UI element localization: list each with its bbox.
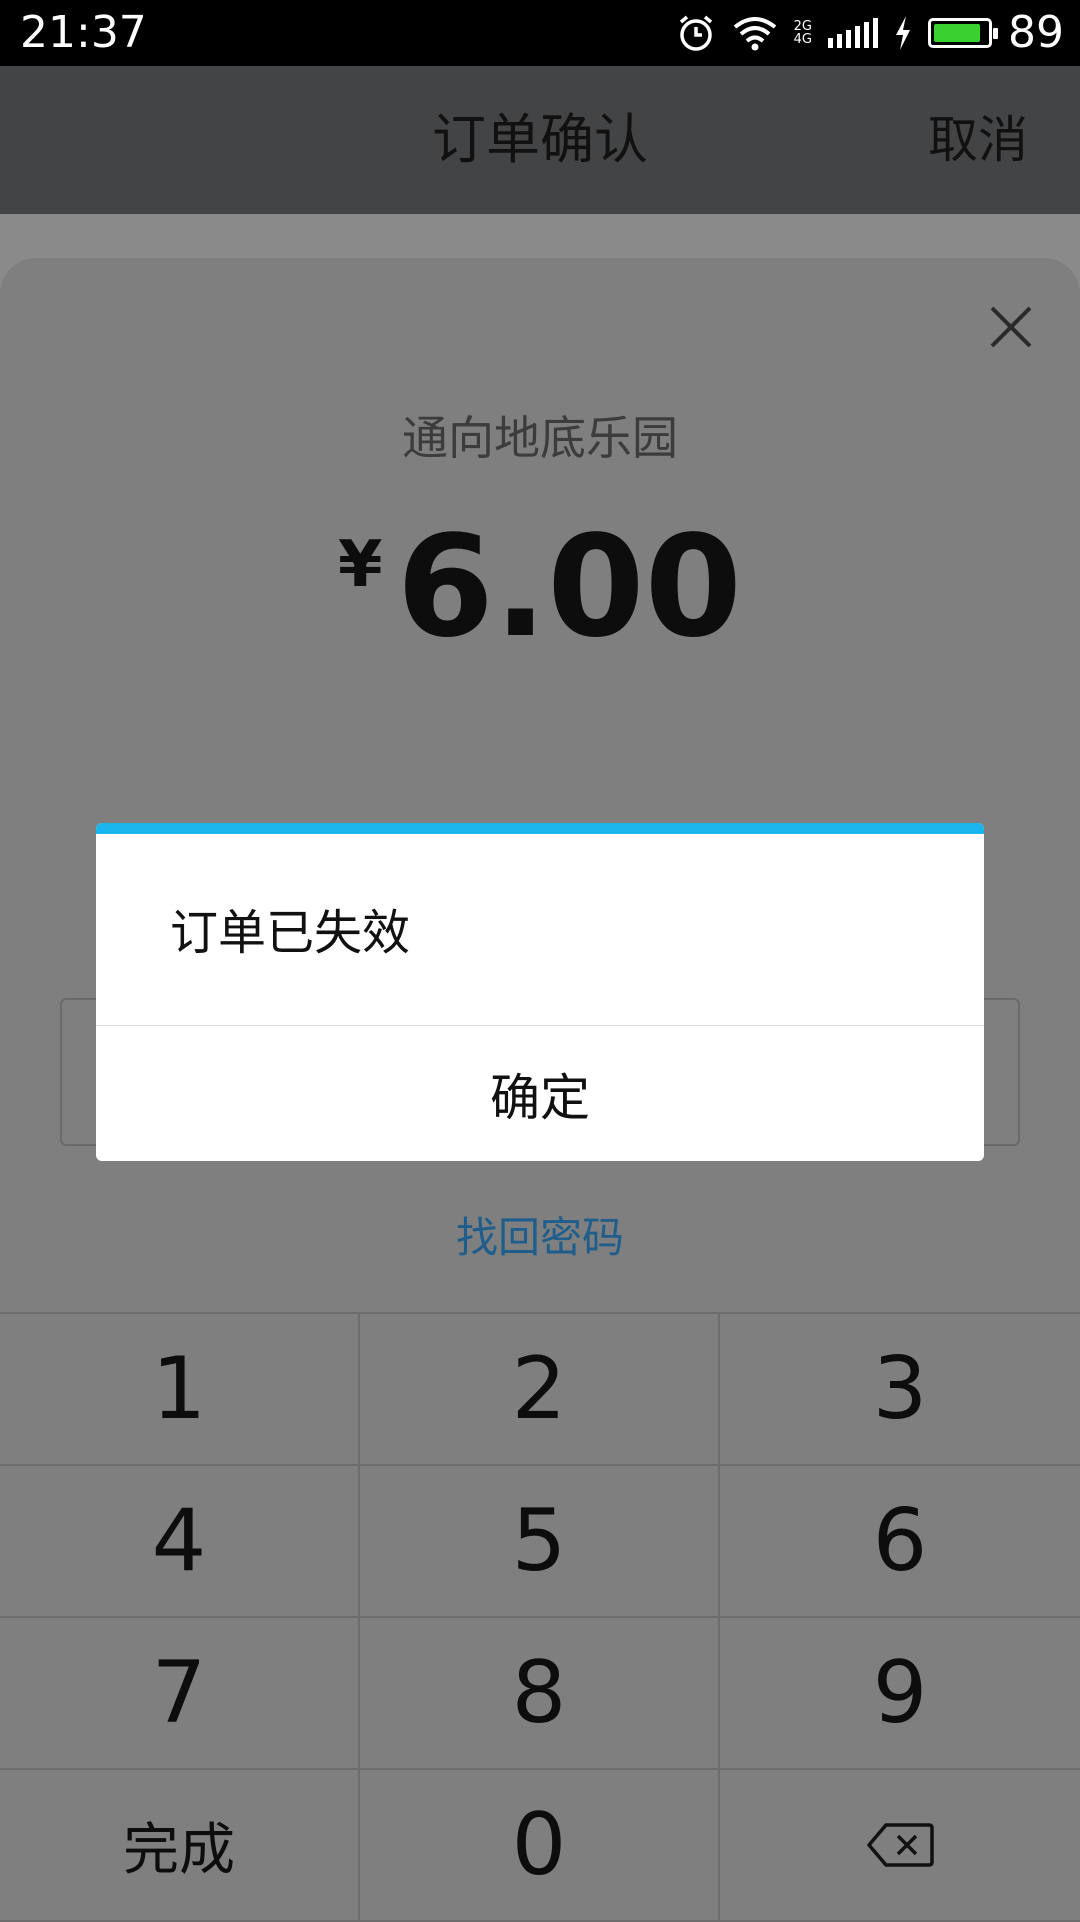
backspace-icon xyxy=(867,1823,934,1867)
numeric-keypad: 1 2 3 4 5 6 7 8 9 完成 0 xyxy=(0,1312,1080,1922)
dialog-message: 订单已失效 xyxy=(170,905,411,961)
status-bar: 21:37 2G 4G 89 xyxy=(0,0,1080,66)
battery-percent: 89 xyxy=(1008,7,1064,58)
signal-icon xyxy=(828,18,878,48)
key-5[interactable]: 5 xyxy=(360,1466,720,1618)
alarm-icon xyxy=(679,15,712,51)
key-3[interactable]: 3 xyxy=(720,1314,1080,1466)
key-6[interactable]: 6 xyxy=(720,1466,1080,1618)
order-expired-dialog: 订单已失效 确定 xyxy=(96,823,984,1161)
key-8[interactable]: 8 xyxy=(360,1618,720,1770)
key-4[interactable]: 4 xyxy=(0,1466,360,1618)
merchant-name: 通向地底乐园 xyxy=(402,411,678,465)
key-1[interactable]: 1 xyxy=(0,1314,360,1466)
network-4g-label: 4G xyxy=(793,32,812,47)
payment-amount: ¥6.00 xyxy=(0,508,1080,668)
key-0[interactable]: 0 xyxy=(360,1770,720,1922)
cancel-button[interactable]: 取消 xyxy=(928,106,1028,174)
battery-fill xyxy=(934,24,980,42)
status-icons: 2G 4G 89 xyxy=(676,8,1064,58)
status-time: 21:37 xyxy=(20,7,147,58)
key-done[interactable]: 完成 xyxy=(0,1770,360,1922)
key-backspace[interactable] xyxy=(720,1770,1080,1922)
close-icon[interactable] xyxy=(988,304,1034,350)
amount-value: 6.00 xyxy=(396,506,742,669)
app-header: 订单确认 取消 xyxy=(0,66,1080,214)
key-9[interactable]: 9 xyxy=(720,1618,1080,1770)
network-type-label: 2G 4G xyxy=(794,20,812,46)
forgot-password-link[interactable]: 找回密码 xyxy=(0,1208,1080,1268)
dialog-accent-bar xyxy=(96,823,984,834)
confirm-button[interactable]: 确定 xyxy=(96,1026,984,1161)
charging-icon xyxy=(896,16,910,50)
key-2[interactable]: 2 xyxy=(360,1314,720,1466)
wifi-icon xyxy=(733,17,776,51)
battery-icon xyxy=(928,18,998,48)
page-title: 订单确认 xyxy=(432,108,648,171)
key-7[interactable]: 7 xyxy=(0,1618,360,1770)
currency-symbol: ¥ xyxy=(338,528,383,602)
